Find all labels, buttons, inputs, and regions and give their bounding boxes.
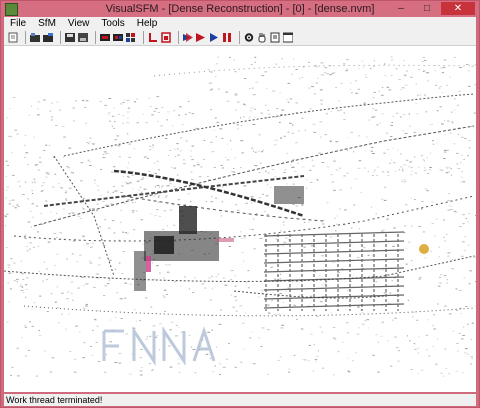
sparse-reconstruction-icon[interactable] [148, 32, 158, 43]
menu-file[interactable]: File [4, 18, 32, 29]
toolbar [4, 29, 476, 46]
pause-icon[interactable] [222, 32, 232, 43]
point-cloud-viewport[interactable] [4, 46, 476, 392]
app-window: VisualSFM - [Dense Reconstruction] - [0]… [0, 0, 480, 408]
compute-missing-match-icon[interactable] [100, 32, 110, 43]
toolbar-separator [25, 30, 26, 44]
new-workspace-icon[interactable] [8, 32, 18, 43]
step-icon[interactable] [196, 32, 206, 43]
dense-reconstruction-icon[interactable] [161, 31, 171, 43]
run-icon[interactable] [183, 32, 193, 43]
menu-view[interactable]: View [62, 18, 96, 29]
open-workspace-icon[interactable] [43, 32, 53, 43]
export-icon[interactable] [78, 32, 88, 43]
window-controls: – □ ✕ [389, 2, 475, 15]
status-bar: Work thread terminated! [4, 394, 476, 406]
minimize-button[interactable]: – [389, 2, 413, 15]
toolbar-separator [60, 30, 61, 44]
toolbar-separator [239, 30, 240, 44]
close-button[interactable]: ✕ [441, 2, 475, 15]
toolbar-separator [178, 30, 179, 44]
record-icon[interactable] [209, 32, 219, 43]
title-bar[interactable]: VisualSFM - [Dense Reconstruction] - [0]… [1, 1, 479, 17]
toolbar-separator [95, 30, 96, 44]
match-pairs-icon[interactable] [113, 32, 123, 43]
menu-sfm[interactable]: SfM [32, 18, 62, 29]
document-icon[interactable] [270, 32, 280, 43]
pan-hand-icon[interactable] [257, 32, 267, 43]
dense-point-cloud [4, 56, 476, 377]
toolbar-separator [143, 30, 144, 44]
window-icon[interactable] [283, 32, 293, 43]
menu-bar: File SfM View Tools Help [4, 17, 476, 29]
menu-help[interactable]: Help [131, 18, 164, 29]
save-icon[interactable] [65, 32, 75, 43]
image-grid-icon[interactable] [126, 32, 136, 43]
maximize-button[interactable]: □ [415, 2, 439, 15]
open-multi-images-icon[interactable] [30, 32, 40, 43]
settings-gear-icon[interactable] [244, 32, 254, 43]
menu-tools[interactable]: Tools [95, 18, 130, 29]
